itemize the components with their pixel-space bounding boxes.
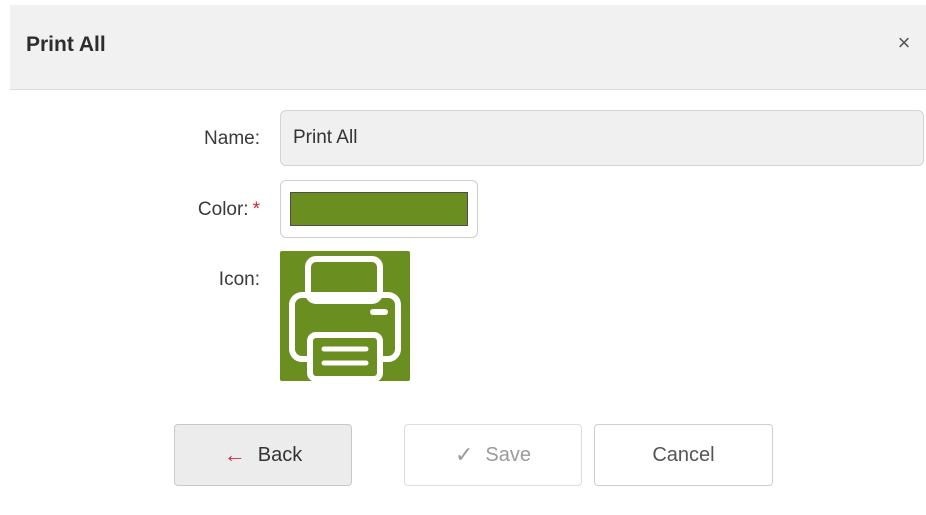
icon-picker[interactable]	[280, 251, 410, 381]
dialog-title: Print All	[26, 33, 106, 56]
save-button-label: Save	[485, 443, 532, 466]
required-asterisk: *	[252, 199, 260, 220]
color-label: Color: *	[140, 199, 260, 221]
check-icon: ✓	[454, 442, 474, 467]
color-picker[interactable]	[280, 180, 478, 238]
name-input[interactable]	[280, 110, 924, 166]
save-button[interactable]: ✓ Save	[404, 424, 582, 486]
name-label: Name:	[204, 128, 260, 149]
close-icon[interactable]: ×	[890, 29, 918, 57]
print-all-dialog: Print All × Name: Color:* Icon: ← Back ✓…	[10, 5, 926, 495]
cancel-button-label: Cancel	[652, 443, 715, 466]
back-button[interactable]: ← Back	[174, 424, 352, 486]
printer-icon	[289, 256, 401, 381]
back-button-label: Back	[257, 443, 303, 466]
color-swatch[interactable]	[290, 192, 468, 226]
dialog-header: Print All ×	[10, 5, 926, 90]
color-label-text: Color:	[197, 199, 249, 220]
arrow-left-icon: ←	[223, 442, 246, 467]
cancel-button[interactable]: Cancel	[594, 424, 773, 486]
icon-label: Icon:	[218, 269, 260, 290]
